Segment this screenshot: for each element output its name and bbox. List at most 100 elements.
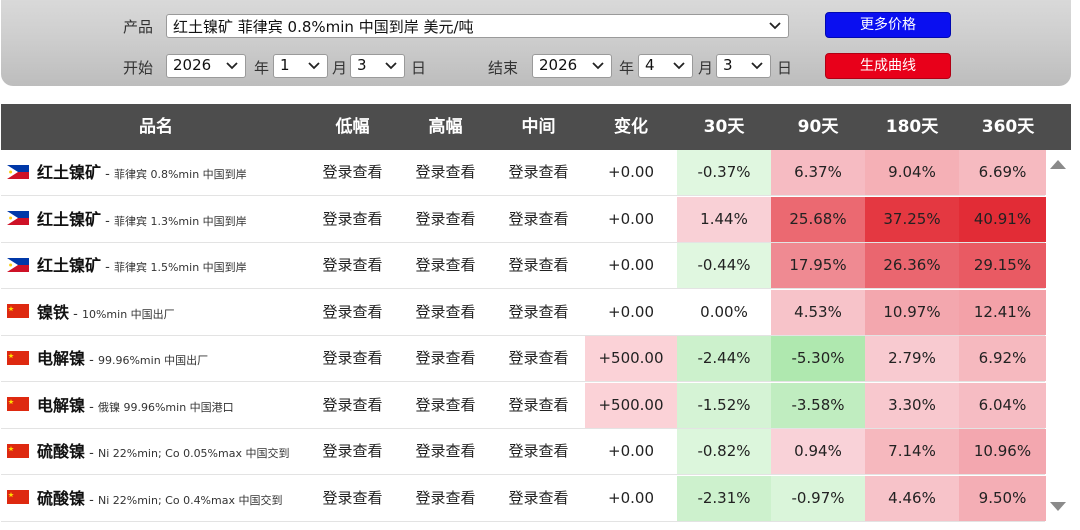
- login-to-view-high[interactable]: 登录查看: [399, 243, 492, 288]
- login-to-view-mid[interactable]: 登录查看: [492, 429, 585, 474]
- table-row[interactable]: 硫酸镍 - Ni 22%min; Co 0.4%max 中国交到 登录查看 登录查看…: [1, 475, 1046, 522]
- end-year-value: 2026: [539, 56, 578, 74]
- column-header-180d: 180天: [885, 117, 939, 137]
- product-name: 红土镍矿: [37, 163, 102, 182]
- flag-china-icon: [7, 443, 29, 458]
- login-to-view-high[interactable]: 登录查看: [399, 476, 492, 521]
- login-to-view-low[interactable]: 登录查看: [306, 290, 399, 335]
- pct-d180: 26.36%: [865, 243, 959, 288]
- end-day-select[interactable]: 3: [716, 54, 771, 78]
- login-to-view-mid[interactable]: 登录查看: [492, 336, 585, 381]
- login-to-view-low[interactable]: 登录查看: [306, 243, 399, 288]
- start-year-value: 2026: [173, 56, 212, 74]
- product-name-cell[interactable]: 硫酸镍 - Ni 22%min; Co 0.05%max 中国交到: [7, 429, 289, 474]
- column-header-high: 高幅: [428, 117, 463, 137]
- pct-d180: 9.04%: [865, 150, 959, 195]
- end-day-unit: 日: [777, 59, 793, 77]
- login-to-view-mid[interactable]: 登录查看: [492, 197, 585, 242]
- flag-china-icon: [7, 304, 29, 318]
- login-to-view-high[interactable]: 登录查看: [399, 336, 492, 381]
- product-name: 电解镍: [37, 349, 86, 368]
- product-name: 硫酸镍: [37, 442, 86, 461]
- product-name-cell[interactable]: 红土镍矿 - 菲律宾 1.5%min 中国到岸: [7, 243, 247, 288]
- chevron-down-icon: [769, 22, 781, 30]
- end-month-select[interactable]: 4: [638, 54, 693, 78]
- chevron-down-icon: [673, 62, 685, 70]
- separator: -: [101, 167, 114, 182]
- login-to-view-low[interactable]: 登录查看: [306, 336, 399, 381]
- product-name-cell[interactable]: 镍铁 - 10%min 中国出厂: [7, 290, 175, 335]
- table-row[interactable]: 硫酸镍 - Ni 22%min; Co 0.05%max 中国交到 登录查看 登录查…: [1, 429, 1046, 475]
- login-to-view-low[interactable]: 登录查看: [306, 197, 399, 242]
- column-header-name: 品名: [139, 117, 173, 137]
- login-to-view-mid[interactable]: 登录查看: [492, 243, 585, 288]
- product-spec: 菲律宾 1.5%min 中国到岸: [113, 261, 247, 274]
- product-name: 硫酸镍: [37, 488, 86, 508]
- pct-d360: 6.04%: [959, 382, 1046, 428]
- end-day-value: 3: [723, 56, 733, 74]
- start-day-select[interactable]: 3: [350, 54, 405, 78]
- flag-china-icon: [7, 350, 29, 365]
- change-value: +500.00: [585, 382, 677, 428]
- login-to-view-high[interactable]: 登录查看: [399, 150, 492, 195]
- product-name-cell[interactable]: 红土镍矿 - 菲律宾 0.8%min 中国到岸: [7, 150, 247, 195]
- table-row[interactable]: 红土镍矿 - 菲律宾 1.3%min 中国到岸 登录查看 登录查看 登录查看 +0.00…: [1, 196, 1046, 243]
- change-value: +0.00: [608, 488, 654, 507]
- login-to-view-mid[interactable]: 登录查看: [492, 476, 585, 521]
- table-header: 品名 低幅 高幅 中间 变化 30天 90天 180天 360天: [1, 104, 1071, 150]
- product-select[interactable]: 红土镍矿 菲律宾 0.8%min 中国到岸 美元/吨: [166, 14, 789, 38]
- login-to-view-low[interactable]: 登录查看: [306, 429, 399, 474]
- table-row[interactable]: 红土镍矿 - 菲律宾 0.8%min 中国到岸 登录查看 登录查看 登录查看 +0.00…: [1, 150, 1046, 196]
- login-to-view-high[interactable]: 登录查看: [399, 197, 492, 242]
- pct-d90: -5.30%: [771, 336, 865, 381]
- start-month-select[interactable]: 1: [273, 54, 328, 78]
- flag-china-icon: [7, 490, 29, 504]
- column-header-90d: 90天: [797, 117, 839, 137]
- login-to-view-mid[interactable]: 登录查看: [492, 383, 585, 428]
- pct-d30: -0.82%: [677, 429, 771, 474]
- product-label: 产品: [123, 18, 154, 36]
- pct-d90: 6.37%: [771, 150, 865, 195]
- product-name-cell[interactable]: 红土镍矿 - 菲律宾 1.3%min 中国到岸: [7, 197, 247, 242]
- product-spec: 菲律宾 0.8%min 中国到岸: [113, 168, 247, 181]
- generate-curve-button[interactable]: 生成曲线: [825, 53, 951, 79]
- start-day-value: 3: [357, 56, 367, 74]
- login-to-view-high[interactable]: 登录查看: [399, 290, 492, 335]
- login-to-view-mid[interactable]: 登录查看: [492, 290, 585, 335]
- pct-d360: 12.41%: [959, 289, 1046, 335]
- change-value: +0.00: [608, 442, 654, 460]
- table-row[interactable]: 镍铁 - 10%min 中国出厂 登录查看 登录查看 登录查看 +0.00 0.00% 4.…: [1, 289, 1046, 336]
- chevron-down-icon: [592, 62, 604, 70]
- more-prices-button[interactable]: 更多价格: [825, 12, 951, 38]
- triangle-up-icon[interactable]: [1049, 157, 1067, 171]
- login-to-view-low[interactable]: 登录查看: [306, 476, 399, 521]
- start-year-unit: 年: [254, 59, 270, 77]
- table-row[interactable]: 电解镍 - 99.96%min 中国出厂 登录查看 登录查看 登录查看 +500.00-…: [1, 336, 1046, 382]
- product-spec: Ni 22%min; Co 0.4%max 中国交到: [97, 493, 283, 507]
- start-year-select[interactable]: 2026: [166, 54, 246, 78]
- product-name: 电解镍: [37, 395, 86, 415]
- filter-panel: 产品 红土镍矿 菲律宾 0.8%min 中国到岸 美元/吨 更多价格 开始 20…: [1, 0, 1071, 86]
- pct-d360: 29.15%: [959, 243, 1046, 288]
- table-row[interactable]: 电解镍 - 俄镍 99.96%min 中国港口 登录查看 登录查看 登录查看 +500.…: [1, 382, 1046, 429]
- product-name-cell[interactable]: 电解镍 - 99.96%min 中国出厂: [7, 336, 208, 381]
- login-to-view-low[interactable]: 登录查看: [306, 150, 399, 195]
- product-spec: 10%min 中国出厂: [81, 307, 175, 321]
- triangle-down-icon[interactable]: [1049, 500, 1067, 514]
- login-to-view-high[interactable]: 登录查看: [399, 383, 492, 428]
- pct-d90: 0.94%: [771, 429, 865, 474]
- product-spec: 菲律宾 1.3%min 中国到岸: [113, 214, 247, 228]
- end-year-select[interactable]: 2026: [532, 54, 612, 78]
- pct-d180: 2.79%: [865, 336, 959, 381]
- product-name-cell[interactable]: 硫酸镍 - Ni 22%min; Co 0.4%max 中国交到: [7, 476, 282, 521]
- flag-philippines-icon: [7, 257, 29, 272]
- table-row[interactable]: 红土镍矿 - 菲律宾 1.5%min 中国到岸 登录查看 登录查看 登录查看 +0.00…: [1, 243, 1046, 289]
- separator: -: [85, 353, 98, 368]
- change-value: +500.00: [585, 336, 677, 381]
- login-to-view-high[interactable]: 登录查看: [399, 429, 492, 474]
- product-name-cell[interactable]: 电解镍 - 俄镍 99.96%min 中国港口: [7, 383, 234, 428]
- pct-d30: 0.00%: [677, 289, 771, 335]
- login-to-view-mid[interactable]: 登录查看: [492, 150, 585, 195]
- login-to-view-low[interactable]: 登录查看: [306, 383, 399, 428]
- pct-d30: -0.37%: [677, 150, 771, 195]
